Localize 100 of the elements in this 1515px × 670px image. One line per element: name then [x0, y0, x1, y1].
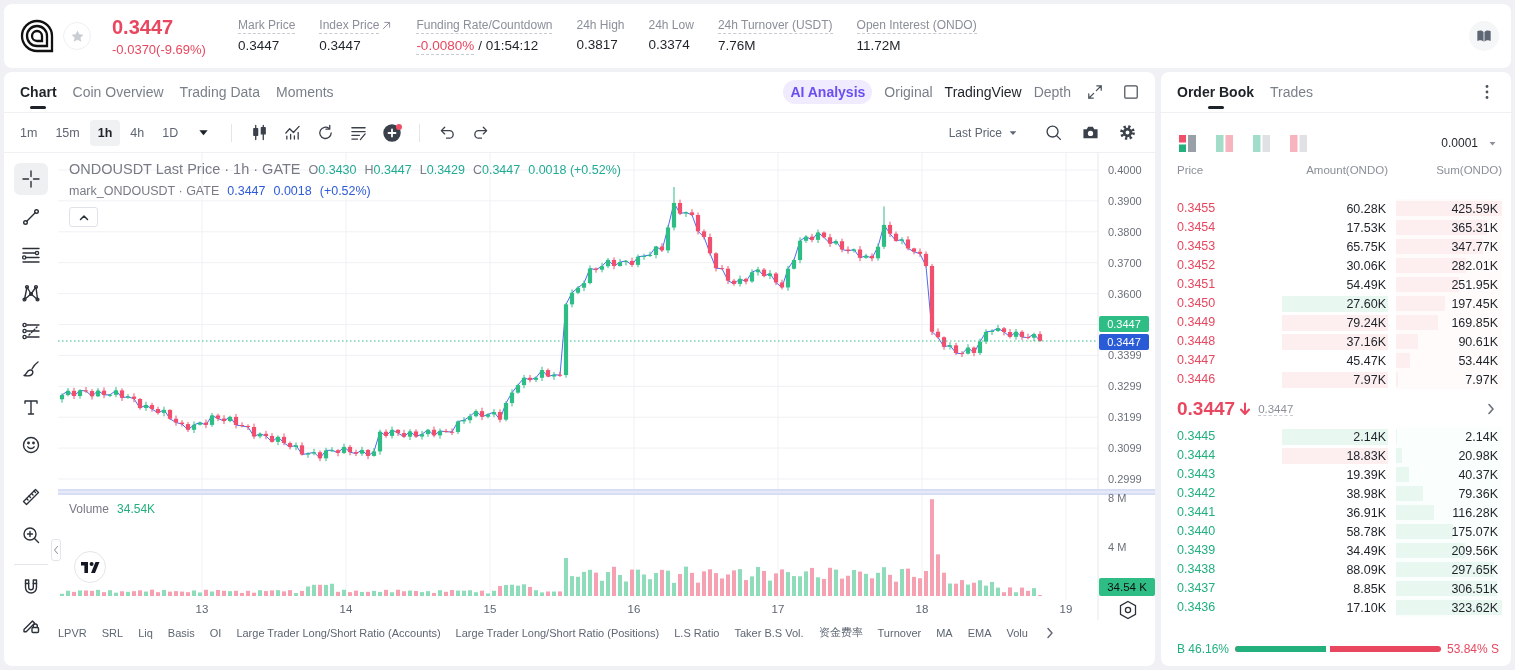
magnet-icon	[22, 578, 40, 596]
replay-icon	[317, 124, 335, 141]
mark-series-title: mark_ONDOUSDT · GATE	[69, 184, 220, 199]
logo-icon	[19, 18, 55, 54]
stat-label: 24h Turnover (USDT)	[717, 17, 833, 34]
layout-button[interactable]	[1179, 134, 1196, 152]
column-header: Sum(ONDO)	[1436, 163, 1502, 178]
camera-icon	[1082, 124, 1099, 141]
column-header: Amount(ONDO)	[1306, 163, 1388, 178]
price-axis-label: 0.3700	[1108, 256, 1142, 269]
crosshair-icon	[22, 170, 40, 188]
caret-down-icon	[198, 127, 210, 138]
chart-tab[interactable]: Coin Overview	[64, 72, 172, 112]
guide-button[interactable]	[1469, 21, 1499, 51]
indicator-tab[interactable]: Turnover	[877, 626, 922, 639]
ask-price: 0.3448	[1177, 333, 1216, 350]
order-amount: 60.28K	[1346, 200, 1386, 217]
indicator-tab[interactable]: Liq	[138, 626, 153, 639]
ask-price: 0.3450	[1177, 295, 1216, 312]
precision-dropdown[interactable]: 0.0001	[1441, 136, 1497, 150]
redo-icon	[472, 124, 490, 141]
chart-tab[interactable]: Chart	[12, 72, 65, 112]
bid-price: 0.3440	[1177, 523, 1216, 540]
axis-settings-icon	[1119, 600, 1137, 620]
order-sum: 323.62K	[1451, 599, 1498, 616]
order-amount: 36.91K	[1346, 504, 1386, 521]
order-sum: 365.31K	[1451, 219, 1498, 236]
asks-only-icon	[1290, 134, 1307, 152]
time-axis-label: 18	[915, 603, 929, 615]
order-amount: 38.98K	[1346, 485, 1386, 502]
ai-analysis-button[interactable]: AI Analysis	[783, 80, 873, 104]
ask-price: 0.3447	[1177, 352, 1216, 369]
order-book-tab[interactable]: Order Book	[1169, 72, 1262, 112]
ask-price: 0.3446	[1177, 371, 1216, 388]
interval-button[interactable]: 1m	[12, 119, 46, 146]
indicator-tab[interactable]: Volu	[1006, 626, 1028, 639]
interval-button[interactable]: 1D	[154, 119, 187, 146]
collapse-legend-button[interactable]	[69, 207, 98, 227]
indicator-tab[interactable]: OI	[209, 626, 222, 639]
price-axis-label: 0.2999	[1108, 473, 1142, 485]
chevron-right-icon	[1045, 626, 1054, 639]
indicator-tab[interactable]: LPVR	[58, 626, 87, 639]
expand-icon	[1087, 84, 1103, 100]
order-sum: 347.77K	[1451, 238, 1498, 255]
indicator-tab[interactable]: SRL	[101, 626, 124, 639]
volume-axis-label: 8 M	[1108, 492, 1127, 504]
templates-icon	[350, 124, 368, 141]
bid-price: 0.3436	[1177, 599, 1216, 616]
details-button[interactable]	[1487, 403, 1495, 415]
stat-value: 0.3447	[319, 37, 361, 54]
square-icon	[1123, 84, 1139, 100]
column-header: Price	[1177, 164, 1204, 176]
time-axis-label: 14	[339, 603, 353, 615]
stat-label: 24h Low	[648, 17, 694, 33]
stat-value: 7.76M	[717, 37, 756, 54]
indicator-tab[interactable]: Basis	[167, 626, 195, 639]
indicator-tab[interactable]: Large Trader Long/Short Ratio (Accounts)	[236, 626, 441, 639]
price-source-dropdown[interactable]: Last Price	[948, 125, 1018, 140]
order-sum: 53.44K	[1458, 352, 1498, 369]
search-icon	[1045, 124, 1062, 141]
order-sum: 425.59K	[1451, 200, 1498, 217]
volume-axis-label: 4 M	[1108, 541, 1127, 553]
series-title: ONDOUSDT Last Price · 1h · GATE	[69, 161, 301, 178]
ohlc-value: L0.3429	[419, 163, 465, 177]
indicator-tab[interactable]: L.S Ratio	[674, 626, 720, 639]
indicator-tab[interactable]: Large Trader Long/Short Ratio (Positions)	[455, 626, 660, 639]
price-axis-label: 0.3600	[1108, 287, 1142, 300]
chart-tab[interactable]: Moments	[268, 72, 342, 112]
indicator-tab[interactable]: EMA	[967, 626, 992, 639]
interval-button[interactable]: 15m	[47, 119, 88, 146]
dotted-lines-icon	[22, 322, 40, 340]
time-axis-label: 19	[1059, 603, 1073, 615]
chevron-up-icon	[78, 213, 89, 221]
order-sum: 20.98K	[1458, 447, 1498, 464]
bid-price: 0.3437	[1177, 580, 1216, 597]
price-axis-label: 0.3099	[1108, 442, 1142, 455]
interval-button[interactable]: 4h	[122, 119, 153, 146]
time-axis-label: 15	[483, 603, 497, 615]
order-sum: 40.37K	[1458, 466, 1498, 483]
indicator-tab[interactable]: 资金费率	[818, 625, 863, 640]
indicator-tab[interactable]: Taker B.S Vol.	[734, 626, 804, 639]
order-sum: 7.97K	[1465, 371, 1498, 388]
interval-button[interactable]: 1h	[89, 119, 121, 146]
bid-price: 0.3439	[1177, 542, 1216, 559]
mark-change-value: 0.0018	[273, 184, 312, 198]
ask-price: 0.3455	[1177, 200, 1216, 217]
order-sum: 169.85K	[1451, 314, 1498, 331]
order-book-tab[interactable]: Trades	[1262, 72, 1322, 112]
more-icon	[1485, 84, 1489, 100]
chart-view-tab[interactable]: TradingView	[944, 84, 1022, 100]
chart-tab[interactable]: Trading Data	[171, 72, 268, 112]
volume-label: Volume	[69, 502, 110, 516]
mark-price-value: 0.3447	[227, 184, 266, 198]
price-axis-label: 0.3299	[1108, 380, 1142, 393]
smiley-icon	[22, 436, 40, 454]
indicator-tab[interactable]: MA	[936, 626, 953, 639]
order-amount: 27.60K	[1346, 295, 1386, 312]
chart-view-tab[interactable]: Depth	[1033, 84, 1071, 100]
text-tool-icon	[22, 398, 40, 416]
chart-view-tab[interactable]: Original	[884, 84, 933, 100]
